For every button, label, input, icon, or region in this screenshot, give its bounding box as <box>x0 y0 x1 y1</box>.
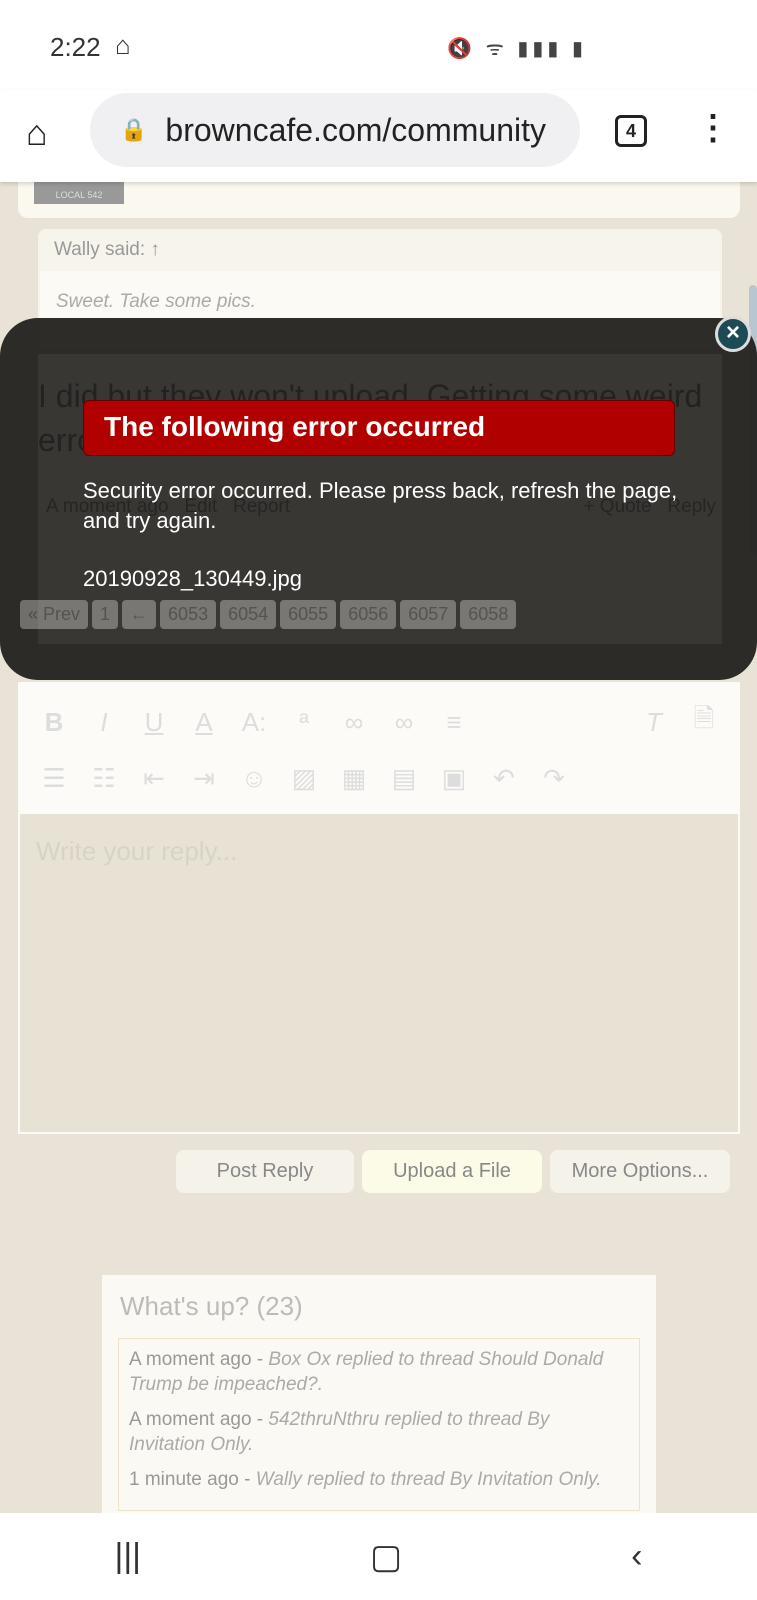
item-time: A moment ago <box>129 1349 252 1370</box>
more-options-button[interactable]: More Options... <box>550 1150 730 1193</box>
recent-apps-icon[interactable]: ||| <box>115 1537 142 1576</box>
more-menu-icon[interactable]: ⋮ <box>696 108 730 148</box>
item-time: 1 minute ago <box>129 1469 239 1490</box>
bullet-list-icon[interactable]: ☰ <box>40 763 68 794</box>
page-link[interactable]: 6055 <box>280 600 337 629</box>
page-link[interactable]: 1 <box>92 600 119 629</box>
reply-input[interactable]: Write your reply... <box>20 814 738 889</box>
save-draft-icon[interactable]: ▣ <box>440 763 468 794</box>
redo-icon[interactable]: ↷ <box>540 763 568 794</box>
align-icon[interactable]: ≡ <box>440 707 468 738</box>
url-text: browncafe.com/community <box>165 111 546 148</box>
error-title: The following error occurred <box>83 400 675 456</box>
reply-actions: Post Reply Upload a File More Options... <box>176 1150 730 1193</box>
address-bar[interactable]: 🔒 browncafe.com/community <box>90 93 580 167</box>
home-button-icon[interactable]: ▢ <box>370 1537 402 1577</box>
smiley-icon[interactable]: ☺ <box>240 763 268 794</box>
page-jump[interactable]: ← <box>122 600 157 629</box>
page-link[interactable]: 6053 <box>160 600 217 629</box>
list-item[interactable]: A moment ago - Box Ox replied to thread … <box>129 1347 629 1397</box>
error-filename: 20190928_130449.jpg <box>83 566 303 591</box>
editor-toolbar: B I U A A: ª ∞ ∞ ≡ T 🗎 ☰ ☷ ⇤ ⇥ ☺ ▨ ▦ ▤ ▣… <box>20 684 738 814</box>
reply-editor: B I U A A: ª ∞ ∞ ≡ T 🗎 ☰ ☷ ⇤ ⇥ ☺ ▨ ▦ ▤ ▣… <box>18 682 740 1134</box>
whats-up-widget: What's up? (23) A moment ago - Box Ox re… <box>102 1275 656 1515</box>
post-reply-button[interactable]: Post Reply <box>176 1150 354 1193</box>
pagination: « Prev 1 ← 6053 6054 6055 6056 6057 6058 <box>20 600 517 629</box>
font-color-icon[interactable]: A <box>190 707 218 738</box>
list-item[interactable]: A moment ago - 542thruNthru replied to t… <box>129 1407 629 1457</box>
font-family-icon[interactable]: ª <box>290 707 318 738</box>
bold-icon[interactable]: B <box>40 707 68 738</box>
page-prev[interactable]: « Prev <box>20 600 89 629</box>
list-item[interactable]: 1 minute ago - Wally replied to thread B… <box>129 1467 629 1492</box>
font-size-icon[interactable]: A: <box>240 707 268 738</box>
browser-toolbar: ⌂ 🔒 browncafe.com/community 4 ⋮ <box>0 90 757 182</box>
lock-icon: 🔒 <box>120 117 148 142</box>
tab-switcher-button[interactable]: 4 <box>615 115 647 147</box>
close-icon[interactable]: × <box>715 316 751 352</box>
whats-up-title[interactable]: What's up? (23) <box>102 1275 656 1338</box>
clock: 2:22 <box>50 32 101 62</box>
status-bar: 2:22 ⌂ 🔇 ᯤ ▮▮▮ ▮ <box>0 0 757 90</box>
link-icon[interactable]: ∞ <box>340 707 368 738</box>
indent-icon[interactable]: ⇥ <box>190 763 218 794</box>
media-icon[interactable]: ▦ <box>340 763 368 794</box>
home-icon[interactable]: ⌂ <box>26 112 48 154</box>
back-icon[interactable]: ‹ <box>631 1537 642 1576</box>
clear-format-icon[interactable]: T <box>640 707 668 738</box>
underline-icon[interactable]: U <box>140 707 168 738</box>
item-text: Wally replied to thread By Invitation On… <box>255 1469 602 1490</box>
quote-insert-icon[interactable]: ▤ <box>390 763 418 794</box>
home-status-icon: ⌂ <box>115 30 131 60</box>
numbered-list-icon[interactable]: ☷ <box>90 763 118 794</box>
activity-list: A moment ago - Box Ox replied to thread … <box>118 1338 640 1511</box>
android-nav-bar: ||| ▢ ‹ <box>0 1513 757 1600</box>
page-link[interactable]: 6054 <box>220 600 277 629</box>
page-current[interactable]: 6058 <box>460 600 517 629</box>
error-overlay: I did but they won't upload. Getting som… <box>0 316 757 680</box>
status-icons: 🔇 ᯤ ▮▮▮ ▮ <box>447 38 587 60</box>
page-link[interactable]: 6056 <box>340 600 397 629</box>
page-link[interactable]: 6057 <box>400 600 457 629</box>
upload-file-button[interactable]: Upload a File <box>362 1150 542 1193</box>
italic-icon[interactable]: I <box>90 707 118 738</box>
error-message: Security error occurred. Please press ba… <box>83 478 678 533</box>
item-time: A moment ago <box>129 1409 252 1430</box>
unlink-icon[interactable]: ∞ <box>390 707 418 738</box>
outdent-icon[interactable]: ⇤ <box>140 763 168 794</box>
undo-icon[interactable]: ↶ <box>490 763 518 794</box>
image-icon[interactable]: ▨ <box>290 763 318 794</box>
quote-author[interactable]: Wally said: ↑ <box>38 229 722 271</box>
toggle-bbcode-icon[interactable]: 🗎 <box>690 700 718 744</box>
